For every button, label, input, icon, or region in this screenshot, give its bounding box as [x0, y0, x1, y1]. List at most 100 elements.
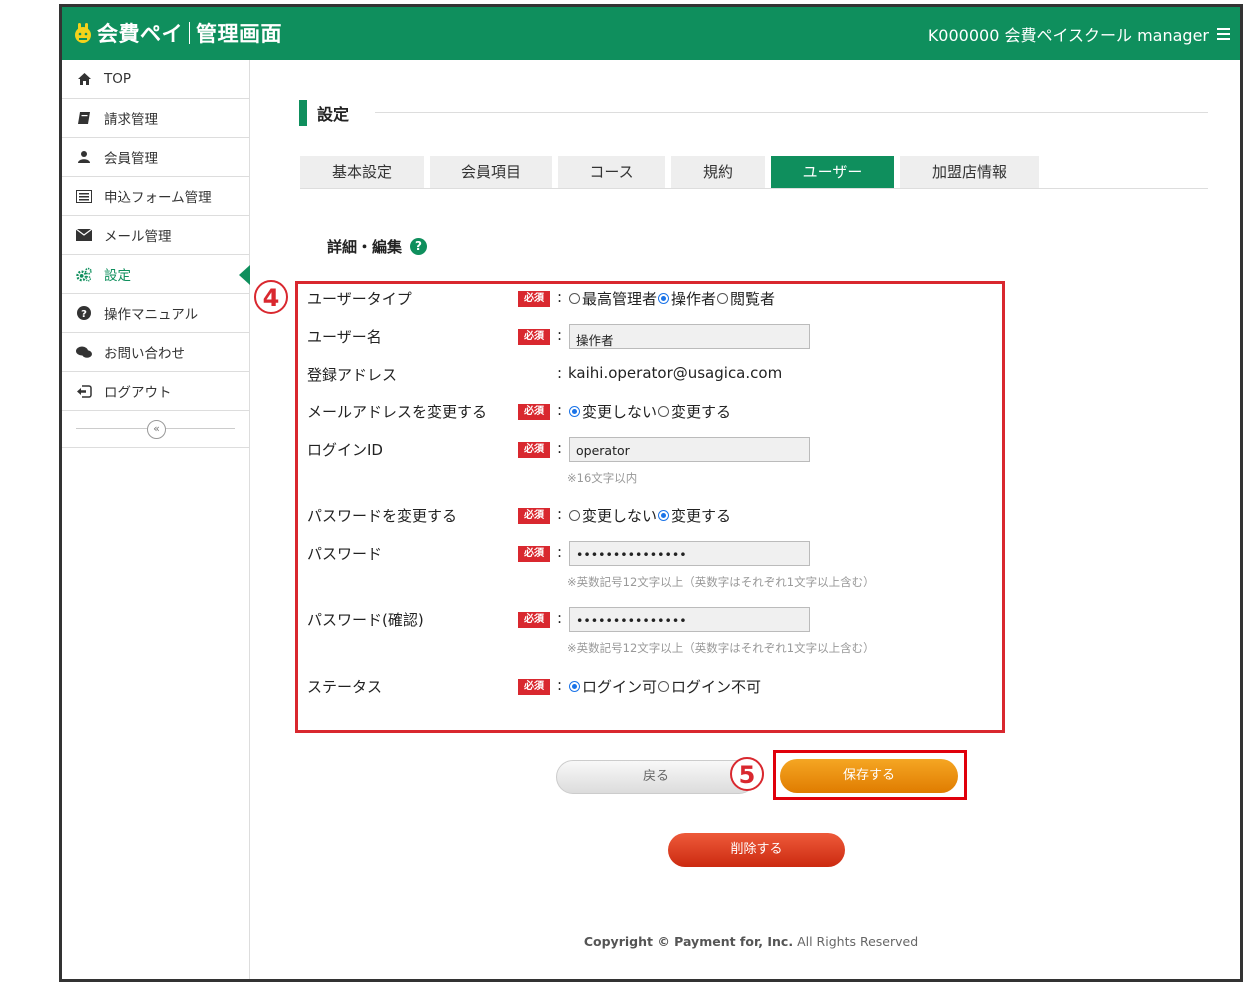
change-email-radio-group: 変更しない 変更する — [568, 401, 731, 422]
colon: : — [557, 609, 563, 627]
app-window: 会費ペイ 管理画面 K000000 会費ペイスクール manager TOP 請… — [59, 4, 1243, 982]
radio-label: 変更しない — [582, 403, 658, 421]
sidebar-item-mail[interactable]: メール管理 — [62, 216, 249, 255]
required-badge: 必須 — [518, 442, 550, 458]
home-icon — [76, 71, 92, 87]
colon: : — [557, 364, 563, 382]
field-hint: ※英数記号12文字以上（英数字はそれぞれ1文字以上含む） — [567, 641, 875, 655]
password-input[interactable]: ••••••••••••••• — [569, 541, 810, 566]
sidebar-item-label: 操作マニュアル — [104, 307, 199, 323]
radio-label: 変更する — [671, 507, 732, 525]
tab-users[interactable]: ユーザー — [771, 156, 894, 188]
radio-viewer[interactable] — [717, 293, 729, 304]
radio-label: ログイン可 — [582, 678, 658, 696]
divider — [300, 188, 1208, 189]
divider — [375, 112, 1208, 113]
radio-no-change[interactable] — [569, 406, 580, 417]
sidebar-item-forms[interactable]: 申込フォーム管理 — [62, 177, 249, 216]
logo-separator — [189, 22, 190, 44]
logo-text: 会費ペイ — [97, 22, 183, 46]
field-hint: ※英数記号12文字以上（英数字はそれぞれ1文字以上含む） — [567, 575, 875, 589]
radio-label: 変更する — [671, 403, 732, 421]
copyright-owner: Copyright © Payment for, Inc. — [583, 934, 794, 949]
collapse-sidebar-icon[interactable]: « — [147, 420, 166, 439]
field-label: ユーザータイプ — [307, 290, 412, 308]
help-icon[interactable]: ? — [410, 238, 428, 255]
delete-button[interactable]: 削除する — [668, 833, 845, 867]
radio-login-denied[interactable] — [658, 681, 670, 692]
save-button[interactable]: 保存する — [780, 759, 958, 793]
required-badge: 必須 — [518, 404, 550, 420]
logo-subtitle: 管理画面 — [196, 22, 282, 46]
field-hint: ※16文字以内 — [567, 471, 638, 485]
radio-operator[interactable] — [658, 293, 670, 304]
tab-terms[interactable]: 規約 — [671, 156, 765, 188]
colon: : — [557, 676, 563, 694]
radio-login-allowed[interactable] — [569, 681, 580, 692]
sidebar: TOP 請求管理 会員管理 申込フォーム管理 メール管理 設定 ? 操作マニュア… — [62, 60, 250, 979]
password-confirm-input[interactable]: ••••••••••••••• — [569, 607, 810, 632]
field-label: パスワード — [307, 545, 383, 563]
account-menu[interactable]: K000000 会費ペイスクール manager — [928, 22, 1230, 46]
field-label: 登録アドレス — [307, 366, 398, 384]
sidebar-item-label: ログアウト — [104, 385, 172, 401]
mascot-icon — [75, 23, 91, 43]
radio-label: 最高管理者 — [582, 290, 658, 308]
sidebar-item-label: 申込フォーム管理 — [104, 190, 212, 206]
sidebar-item-settings[interactable]: 設定 — [62, 255, 250, 294]
radio-change[interactable] — [658, 406, 670, 417]
step-4-marker: 4 — [254, 280, 288, 314]
section-title: 詳細・編集 ? — [327, 236, 428, 257]
logo[interactable]: 会費ペイ 管理画面 — [74, 17, 282, 49]
colon: : — [557, 505, 563, 523]
colon: : — [557, 288, 563, 306]
sidebar-item-label: 請求管理 — [104, 112, 158, 128]
field-label: ログインID — [307, 441, 383, 459]
mail-icon — [76, 227, 92, 243]
sidebar-item-contact[interactable]: お問い合わせ — [62, 333, 249, 372]
field-label: ステータス — [307, 678, 383, 696]
colon: : — [557, 401, 563, 419]
field-label: ユーザー名 — [307, 328, 382, 346]
page-title: 設定 — [317, 105, 350, 124]
tab-member-fields[interactable]: 会員項目 — [430, 156, 552, 188]
required-badge: 必須 — [518, 508, 550, 524]
book-icon — [76, 110, 92, 126]
main-content: 設定 基本設定 会員項目 コース 規約 ユーザー 加盟店情報 詳細・編集 ? 4… — [250, 60, 1240, 979]
sidebar-item-members[interactable]: 会員管理 — [62, 138, 249, 177]
field-label: パスワードを変更する — [307, 507, 458, 525]
copyright-rights: All Rights Reserved — [797, 934, 919, 949]
back-button[interactable]: 戻る — [556, 760, 756, 794]
hamburger-menu-icon[interactable] — [1217, 28, 1230, 40]
chat-icon — [76, 344, 92, 360]
footer-copyright: Copyright © Payment for, Inc. All Rights… — [250, 934, 1240, 949]
tab-merchant-info[interactable]: 加盟店情報 — [900, 156, 1039, 188]
required-badge: 必須 — [518, 329, 550, 345]
change-password-radio-group: 変更しない 変更する — [568, 505, 731, 526]
tab-course[interactable]: コース — [558, 156, 665, 188]
sidebar-item-label: お問い合わせ — [104, 346, 185, 362]
question-icon: ? — [76, 305, 92, 321]
required-badge: 必須 — [518, 546, 550, 562]
account-name: K000000 会費ペイスクール manager — [927, 26, 1209, 45]
colon: : — [557, 326, 563, 344]
sidebar-item-manual[interactable]: ? 操作マニュアル — [62, 294, 249, 333]
logout-icon — [76, 383, 92, 399]
sidebar-item-label: メール管理 — [104, 229, 172, 245]
form-icon — [76, 188, 92, 204]
heading-accent-bar — [299, 100, 307, 126]
step-5-marker: 5 — [730, 757, 764, 791]
tab-basic-settings[interactable]: 基本設定 — [300, 156, 424, 188]
field-label: パスワード(確認) — [307, 611, 424, 629]
login-id-input[interactable]: operator — [569, 437, 810, 462]
radio-no-change[interactable] — [569, 510, 580, 521]
radio-superadmin[interactable] — [569, 293, 580, 304]
sidebar-item-top[interactable]: TOP — [62, 60, 249, 99]
sidebar-item-billing[interactable]: 請求管理 — [62, 99, 249, 138]
radio-label: 閲覧者 — [730, 290, 776, 308]
sidebar-item-logout[interactable]: ログアウト — [62, 372, 249, 411]
email-value: kaihi.operator@usagica.com — [568, 364, 783, 382]
user-icon — [76, 149, 92, 165]
radio-change[interactable] — [658, 510, 670, 521]
user-name-input[interactable]: 操作者 — [569, 324, 810, 349]
